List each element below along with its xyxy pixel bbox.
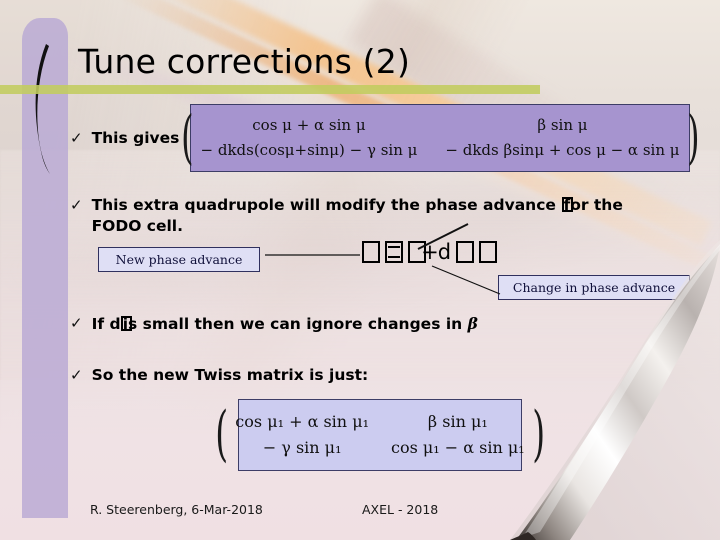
brush-swish-decoration (35, 44, 50, 174)
equation-d-symbol: d (437, 240, 452, 264)
bullet-text-part-1: If d (91, 315, 121, 333)
matrix-right-paren: ) (686, 103, 700, 172)
matrix-left-paren: ( (215, 399, 229, 470)
twiss-matrix-with-quadrupole: ( cos μ + α sin μ β sin μ − dkds(cosμ+si… (181, 104, 699, 172)
matrix-cell-r1c1: cos μ + α sin μ (252, 116, 366, 135)
checkmark-icon: ✓ (70, 314, 83, 332)
bullet-text-line-2: FODO cell. (91, 217, 183, 235)
bullet-text: This gives (91, 129, 180, 147)
missing-glyph-box-icon (479, 240, 497, 264)
new-twiss-matrix: ( cos μ₁ + α sin μ₁ β sin μ₁ − γ sin μ₁ … (215, 399, 545, 471)
page-curl-decoration (510, 240, 720, 540)
page-title: Tune corrections (2) (78, 42, 411, 81)
matrix-cell-r2c2: − dkds βsinμ + cos μ − α sin μ (445, 141, 680, 160)
title-underline-rule (0, 85, 540, 94)
checkmark-icon: ✓ (70, 196, 83, 214)
matrix-cell-r1c2: β sin μ (537, 116, 588, 135)
missing-glyph-box-icon (456, 240, 474, 264)
slide-canvas: Tune corrections (2) ( cos μ + α sin μ β… (0, 0, 720, 540)
bullet-text-part-2: is small then we can ignore changes in (122, 315, 468, 333)
bullet-ignore-beta-changes: ✓ If d is small then we can ignore change… (70, 313, 478, 335)
matrix-cell-r2c2: cos μ₁ − α sin μ₁ (391, 438, 525, 457)
missing-glyph-box-icon (362, 240, 380, 264)
bullet-text-part-2: for the (563, 196, 623, 214)
matrix-cell-r1c2: β sin μ₁ (427, 412, 488, 432)
bullet-extra-quadrupole: ✓ This extra quadrupole will modify the … (70, 195, 680, 237)
footer-author: R. Steerenberg, 6-Mar-2018 (90, 502, 263, 517)
bullet-text-part-1: This extra quadrupole will modify the ph… (91, 196, 562, 214)
beta-symbol: β (467, 314, 478, 333)
callout-new-phase-advance: New phase advance (98, 247, 260, 272)
bullet-text: If d is small then we can ignore changes … (92, 313, 478, 335)
bullet-text: This extra quadrupole will modify the ph… (92, 195, 623, 237)
matrix-left-paren: ( (180, 103, 194, 172)
bullet-this-gives: ✓ This gives (70, 128, 179, 149)
missing-glyph-box-icon (385, 240, 403, 264)
checkmark-icon: ✓ (70, 366, 83, 384)
bullet-text: So the new Twiss matrix is just: (91, 366, 369, 384)
matrix-cell-r2c1: − γ sin μ₁ (262, 438, 342, 457)
footer-course: AXEL - 2018 (362, 502, 439, 517)
equation-plus-sign: + (421, 240, 439, 264)
matrix-cell-r2c1: − dkds(cosμ+sinμ) − γ sin μ (200, 141, 418, 160)
phase-advance-equation: + d (362, 240, 497, 264)
bullet-new-twiss-matrix: ✓ So the new Twiss matrix is just: (70, 365, 368, 386)
matrix-cell-r1c1: cos μ₁ + α sin μ₁ (235, 412, 369, 432)
checkmark-icon: ✓ (70, 129, 83, 147)
